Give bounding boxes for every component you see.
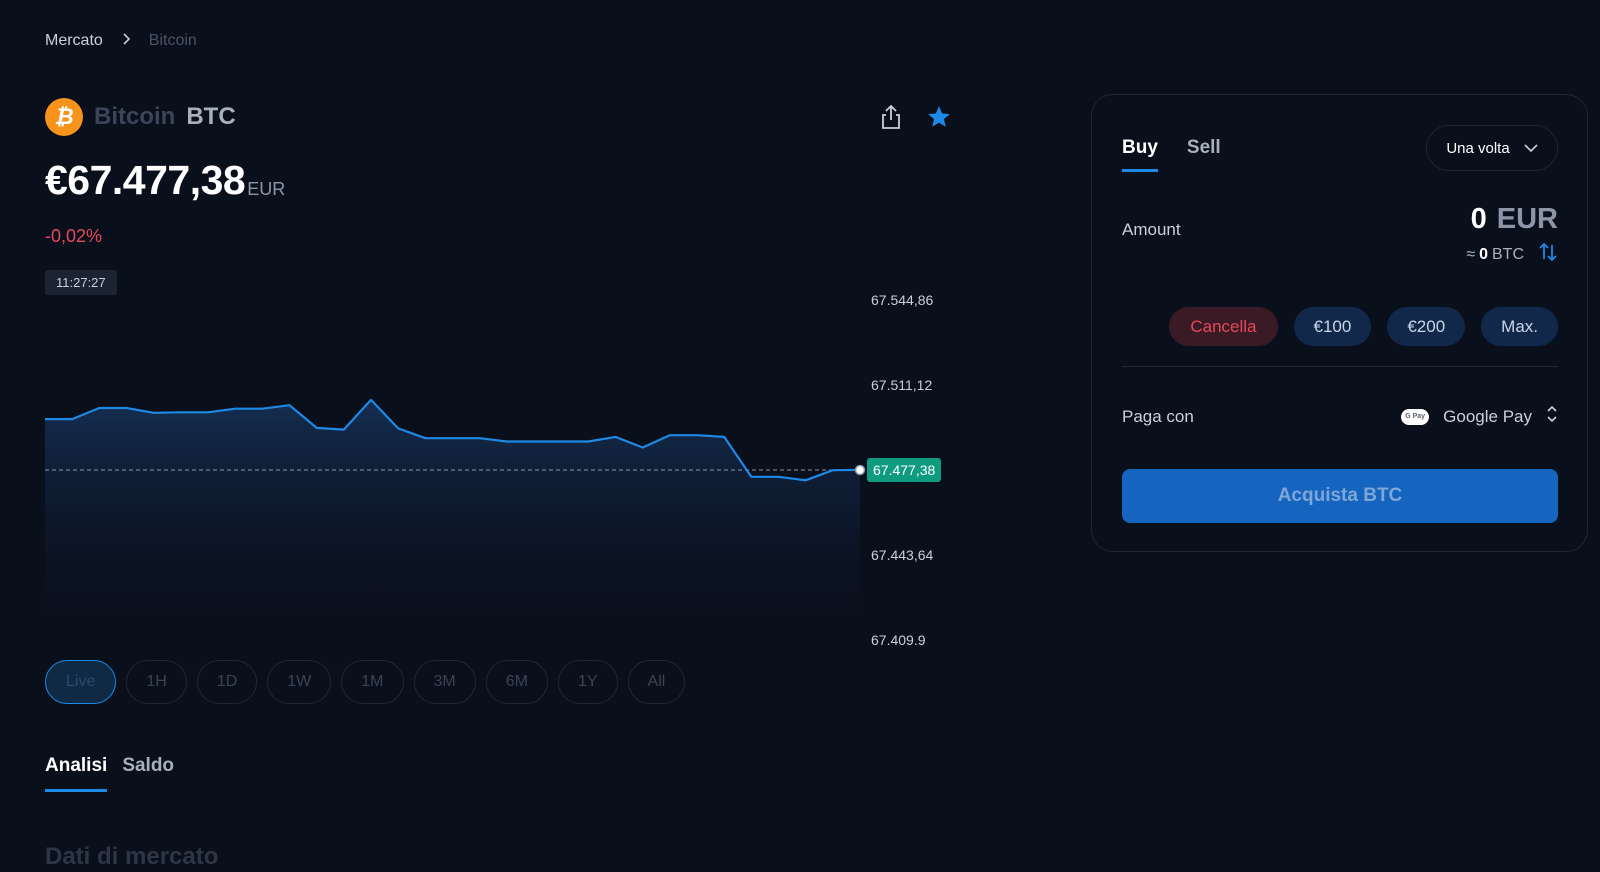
payment-method-name: Google Pay — [1443, 406, 1532, 426]
btc-equivalent: ≈ 0 BTC — [1466, 241, 1558, 268]
breadcrumb: Mercato Bitcoin — [45, 32, 197, 50]
price-currency: EUR — [247, 179, 286, 199]
current-price-dot — [854, 464, 866, 476]
share-icon[interactable] — [878, 104, 904, 130]
asset-header: ₿ Bitcoin BTC — [45, 98, 236, 136]
period-button-all[interactable]: All — [627, 660, 686, 704]
pay-with-label: Paga con — [1122, 407, 1194, 426]
amount-currency: EUR — [1496, 203, 1558, 235]
period-button-1h[interactable]: 1H — [126, 660, 187, 704]
frequency-dropdown[interactable]: Una volta — [1426, 125, 1558, 171]
tab-buy[interactable]: Buy — [1122, 137, 1158, 172]
tab-analisi[interactable]: Analisi — [45, 755, 108, 792]
market-data-title: Dati di mercato — [45, 843, 219, 870]
quick-amounts: Cancella €100 €200 Max. — [1169, 307, 1558, 346]
asset-name: Bitcoin — [94, 103, 176, 130]
swap-arrows-icon[interactable] — [1538, 241, 1558, 268]
period-button-1y[interactable]: 1Y — [557, 660, 618, 704]
price-display: €67.477,38 EUR — [45, 160, 285, 201]
y-tick-label: 67.544,86 — [871, 292, 933, 308]
chevron-down-icon — [1524, 140, 1538, 157]
max-button[interactable]: Max. — [1481, 307, 1558, 346]
tab-sell[interactable]: Sell — [1187, 137, 1221, 172]
amount-label: Amount — [1122, 220, 1181, 239]
period-button-live[interactable]: Live — [45, 660, 117, 704]
y-tick-label: 67.409.9 — [871, 632, 926, 648]
google-pay-icon: G Pay — [1401, 408, 1430, 425]
period-selector: Live 1H 1D 1W 1M 3M 6M 1Y All — [45, 660, 686, 704]
frequency-value: Una volta — [1446, 139, 1510, 157]
detail-tabs: Analisi Saldo — [45, 755, 174, 792]
btc-equivalent-unit: BTC — [1492, 245, 1524, 263]
breadcrumb-market-link[interactable]: Mercato — [45, 32, 103, 50]
y-tick-label: 67.511,12 — [871, 377, 932, 393]
cancel-button[interactable]: Cancella — [1169, 307, 1278, 346]
approx-symbol: ≈ — [1466, 245, 1476, 263]
price-area — [45, 399, 860, 625]
period-button-1m[interactable]: 1M — [341, 660, 404, 704]
bitcoin-logo-icon: ₿ — [45, 98, 83, 136]
buy-submit-button[interactable]: Acquista BTC — [1122, 469, 1558, 523]
y-tick-label: 67.443,64 — [871, 547, 933, 563]
btc-equivalent-value: 0 — [1479, 245, 1488, 263]
amount-input[interactable]: 0 EUR — [1471, 203, 1558, 236]
divider — [1122, 366, 1558, 367]
tab-saldo[interactable]: Saldo — [122, 755, 174, 792]
amount-200-button[interactable]: €200 — [1387, 307, 1466, 346]
period-button-1w[interactable]: 1W — [267, 660, 332, 704]
trade-panel: Buy Sell Una volta Amount 0 EUR ≈ 0 BTC … — [1091, 94, 1588, 552]
period-button-6m[interactable]: 6M — [485, 660, 548, 704]
price-change: -0,02% — [45, 226, 103, 246]
star-icon[interactable] — [926, 104, 952, 130]
asset-ticker: BTC — [186, 103, 236, 130]
price-chart[interactable]: 67.544,86 67.511,12 67.443,64 67.409.9 67.4… — [44, 280, 965, 650]
current-price-tag: 67.477,38 — [867, 458, 942, 482]
trade-tabs: Buy Sell — [1122, 137, 1221, 172]
price-value: €67.477,38 — [45, 157, 246, 203]
breadcrumb-current: Bitcoin — [148, 32, 197, 49]
payment-method-selector[interactable]: G Pay Google Pay — [1401, 405, 1558, 428]
chevron-updown-icon — [1546, 405, 1558, 428]
price-chart-svg: 67.544,86 67.511,12 67.443,64 67.409.9 — [44, 292, 933, 648]
amount-100-button[interactable]: €100 — [1293, 307, 1372, 346]
period-button-1d[interactable]: 1D — [196, 660, 258, 704]
period-button-3m[interactable]: 3M — [413, 660, 476, 704]
chevron-right-icon — [121, 32, 131, 50]
amount-value: 0 — [1470, 203, 1487, 235]
